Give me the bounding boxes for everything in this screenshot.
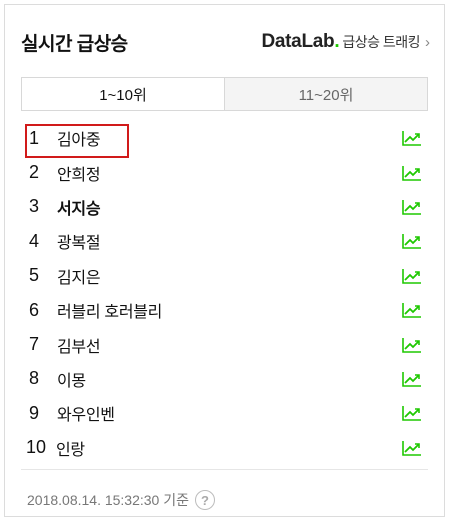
help-icon[interactable]: ?: [195, 490, 215, 510]
rank-number: 6: [29, 299, 40, 320]
panel-header: 실시간 급상승 DataLab. 급상승 트래킹 ›: [21, 29, 430, 59]
ranking-item-8[interactable]: 8 이몽: [21, 362, 428, 396]
keyword-link[interactable]: 이몽: [57, 367, 86, 391]
chevron-right-icon: ›: [425, 34, 430, 51]
ranking-item-4[interactable]: 4 광복절: [21, 224, 428, 258]
trend-chart-icon[interactable]: [402, 233, 422, 250]
rank-number: 10: [26, 437, 47, 458]
trend-chart-icon[interactable]: [402, 165, 422, 181]
datalab-tracking-link[interactable]: DataLab. 급상승 트래킹 ›: [261, 31, 430, 53]
datalab-link-label: 급상승 트래킹: [342, 34, 420, 50]
realtime-trending-panel: 실시간 급상승 DataLab. 급상승 트래킹 › 1~10위 11~20위 …: [4, 4, 445, 517]
trend-chart-icon[interactable]: [402, 337, 422, 353]
rank-number: 2: [29, 162, 40, 183]
keyword-link[interactable]: 와우인벤: [57, 401, 115, 425]
rank-range-tabs: 1~10위 11~20위: [21, 77, 428, 111]
ranking-list: 1 김아중 2 안희정 3 서지승 4 광복절 5 김지은 6 러블리 호러블리: [21, 121, 428, 465]
trend-chart-icon[interactable]: [402, 130, 422, 146]
ranking-item-3[interactable]: 3 서지승: [21, 190, 428, 224]
tab-rank-11-20[interactable]: 11~20위: [224, 78, 427, 110]
rank-number: 4: [29, 230, 40, 251]
footer-divider: [21, 469, 428, 470]
rank-number: 9: [29, 402, 40, 423]
rank-number: 7: [29, 334, 40, 355]
ranking-item-7[interactable]: 7 김부선: [21, 327, 428, 361]
trend-chart-icon[interactable]: [402, 268, 422, 284]
ranking-item-5[interactable]: 5 김지은: [21, 259, 428, 293]
keyword-link[interactable]: 광복절: [57, 229, 101, 253]
datalab-logo: DataLab.: [261, 31, 340, 52]
trend-chart-icon[interactable]: [402, 371, 422, 387]
tab-rank-1-10[interactable]: 1~10위: [22, 78, 224, 110]
rank-number: 3: [29, 196, 40, 217]
panel-title: 실시간 급상승: [21, 34, 128, 55]
keyword-link[interactable]: 김부선: [57, 333, 101, 357]
trend-chart-icon[interactable]: [402, 440, 422, 456]
ranking-item-9[interactable]: 9 와우인벤: [21, 396, 428, 430]
ranking-item-2[interactable]: 2 안희정: [21, 155, 428, 189]
updated-timestamp: 2018.08.14. 15:32:30 기준: [27, 492, 189, 508]
ranking-item-1[interactable]: 1 김아중: [21, 121, 428, 155]
keyword-link[interactable]: 서지승: [57, 195, 101, 219]
keyword-link[interactable]: 김지은: [57, 264, 101, 288]
keyword-link[interactable]: 안희정: [57, 161, 101, 185]
trend-chart-icon[interactable]: [402, 405, 422, 422]
panel-footer: 2018.08.14. 15:32:30 기준 ?: [27, 490, 215, 510]
ranking-item-6[interactable]: 6 러블리 호러블리: [21, 293, 428, 327]
trend-chart-icon[interactable]: [402, 199, 422, 215]
ranking-item-10[interactable]: 10 인랑: [21, 431, 428, 465]
rank-number: 5: [29, 265, 40, 286]
keyword-link[interactable]: 러블리 호러블리: [57, 298, 162, 322]
rank-number: 8: [29, 368, 40, 389]
keyword-link[interactable]: 인랑: [56, 436, 85, 460]
keyword-link[interactable]: 김아중: [57, 126, 101, 150]
trend-chart-icon[interactable]: [402, 302, 422, 318]
rank-number: 1: [29, 127, 40, 148]
